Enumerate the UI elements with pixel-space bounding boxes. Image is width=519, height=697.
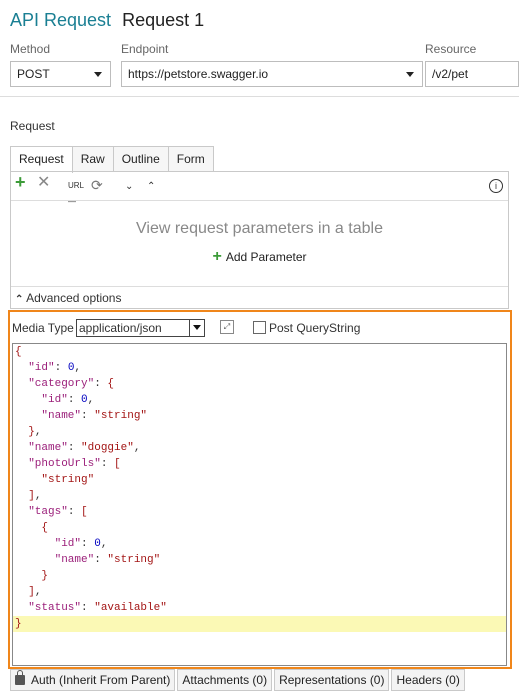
code-line: { [41,522,49,534]
tab-representations[interactable]: Representations (0) [274,669,390,691]
media-type-label: Media Type [12,321,74,335]
params-toolbar: + ✕ URL ― ⟳ ⌄ ⌃ i [11,172,508,206]
endpoint-select[interactable]: https://petstore.swagger.io [121,61,423,87]
post-querystring-label: Post QueryString [269,321,361,335]
app-title: API Request [10,10,112,30]
code-line: "name": "string" [54,554,161,566]
chevron-down-icon [406,72,414,77]
method-label: Method [10,42,51,56]
resource-label: Resource [425,42,477,56]
tab-auth[interactable]: Auth (Inherit From Parent) [10,669,176,691]
add-parameter-button[interactable]: + Add Parameter [11,248,508,266]
media-type-select[interactable]: application/json [76,319,205,337]
code-line: ], [28,586,42,598]
code-line: "tags": [ [28,506,88,518]
code-line: } [13,616,506,632]
endpoint-label: Endpoint [121,42,169,56]
params-empty-message: View request parameters in a table [136,220,383,237]
resource-value: /v2/pet [432,67,469,81]
open-editor-icon[interactable]: ⤢ [220,320,234,334]
bottom-tabs: Auth (Inherit From Parent) Attachments (… [10,669,467,691]
lock-icon [15,670,25,685]
tab-raw[interactable]: Raw [71,146,114,172]
refresh-icon[interactable]: ⟳ [91,177,103,193]
chevron-down-icon [94,72,102,77]
code-line: "status": "available" [28,602,167,614]
method-value: POST [17,67,50,81]
double-chevron-up-icon: ⌃ [15,294,24,305]
chevron-down-icon[interactable]: ⌄ [125,179,133,195]
code-content: { "id": 0, "category": { "id": 0, "name"… [13,344,506,632]
code-line: "id": 0, [54,538,108,550]
endpoint-value: https://petstore.swagger.io [128,67,269,81]
chevron-up-icon[interactable]: ⌃ [147,179,155,195]
code-line: }, [28,426,42,438]
method-select[interactable]: POST [10,61,111,87]
code-line: "name": "doggie", [28,442,141,454]
code-line: } [41,570,49,582]
resource-input[interactable]: /v2/pet [425,61,519,87]
chevron-down-icon [189,320,204,336]
code-line: "id": 0, [28,362,82,374]
code-line: ], [28,490,42,502]
code-line: "category": { [28,378,115,390]
media-type-value: application/json [79,321,162,335]
post-querystring-checkbox[interactable] [253,321,266,334]
advanced-options-label: Advanced options [26,291,122,305]
delete-icon[interactable]: ✕ [37,175,50,191]
code-line: "string" [41,474,95,486]
code-line: "name": "string" [41,410,148,422]
code-line: "photoUrls": [ [28,458,121,470]
add-parameter-label: Add Parameter [225,250,307,264]
page-title: API Request Request 1 [10,10,204,31]
parameters-panel: + ✕ URL ― ⟳ ⌄ ⌃ i View request parameters… [10,171,509,309]
divider [0,96,519,97]
tab-outline[interactable]: Outline [112,146,169,172]
tab-request[interactable]: Request [10,146,73,173]
request-tabs: Request Raw Outline Form [10,146,214,173]
tab-auth-label: Auth (Inherit From Parent) [31,673,171,687]
tab-attachments[interactable]: Attachments (0) [177,669,273,691]
request-name: Request 1 [122,10,205,30]
request-section-label: Request [10,119,55,133]
tab-form[interactable]: Form [167,146,214,172]
request-body-editor[interactable]: { "id": 0, "category": { "id": 0, "name"… [12,343,507,666]
info-icon[interactable]: i [489,179,503,193]
code-line: "id": 0, [41,394,95,406]
plus-icon: + [212,248,222,265]
url-encode-icon[interactable]: URL ― [68,178,84,210]
code-line: { [15,346,22,358]
advanced-options-toggle[interactable]: ⌃ Advanced options [11,286,508,310]
tab-headers[interactable]: Headers (0) [391,669,465,691]
add-icon[interactable]: + [15,173,26,191]
